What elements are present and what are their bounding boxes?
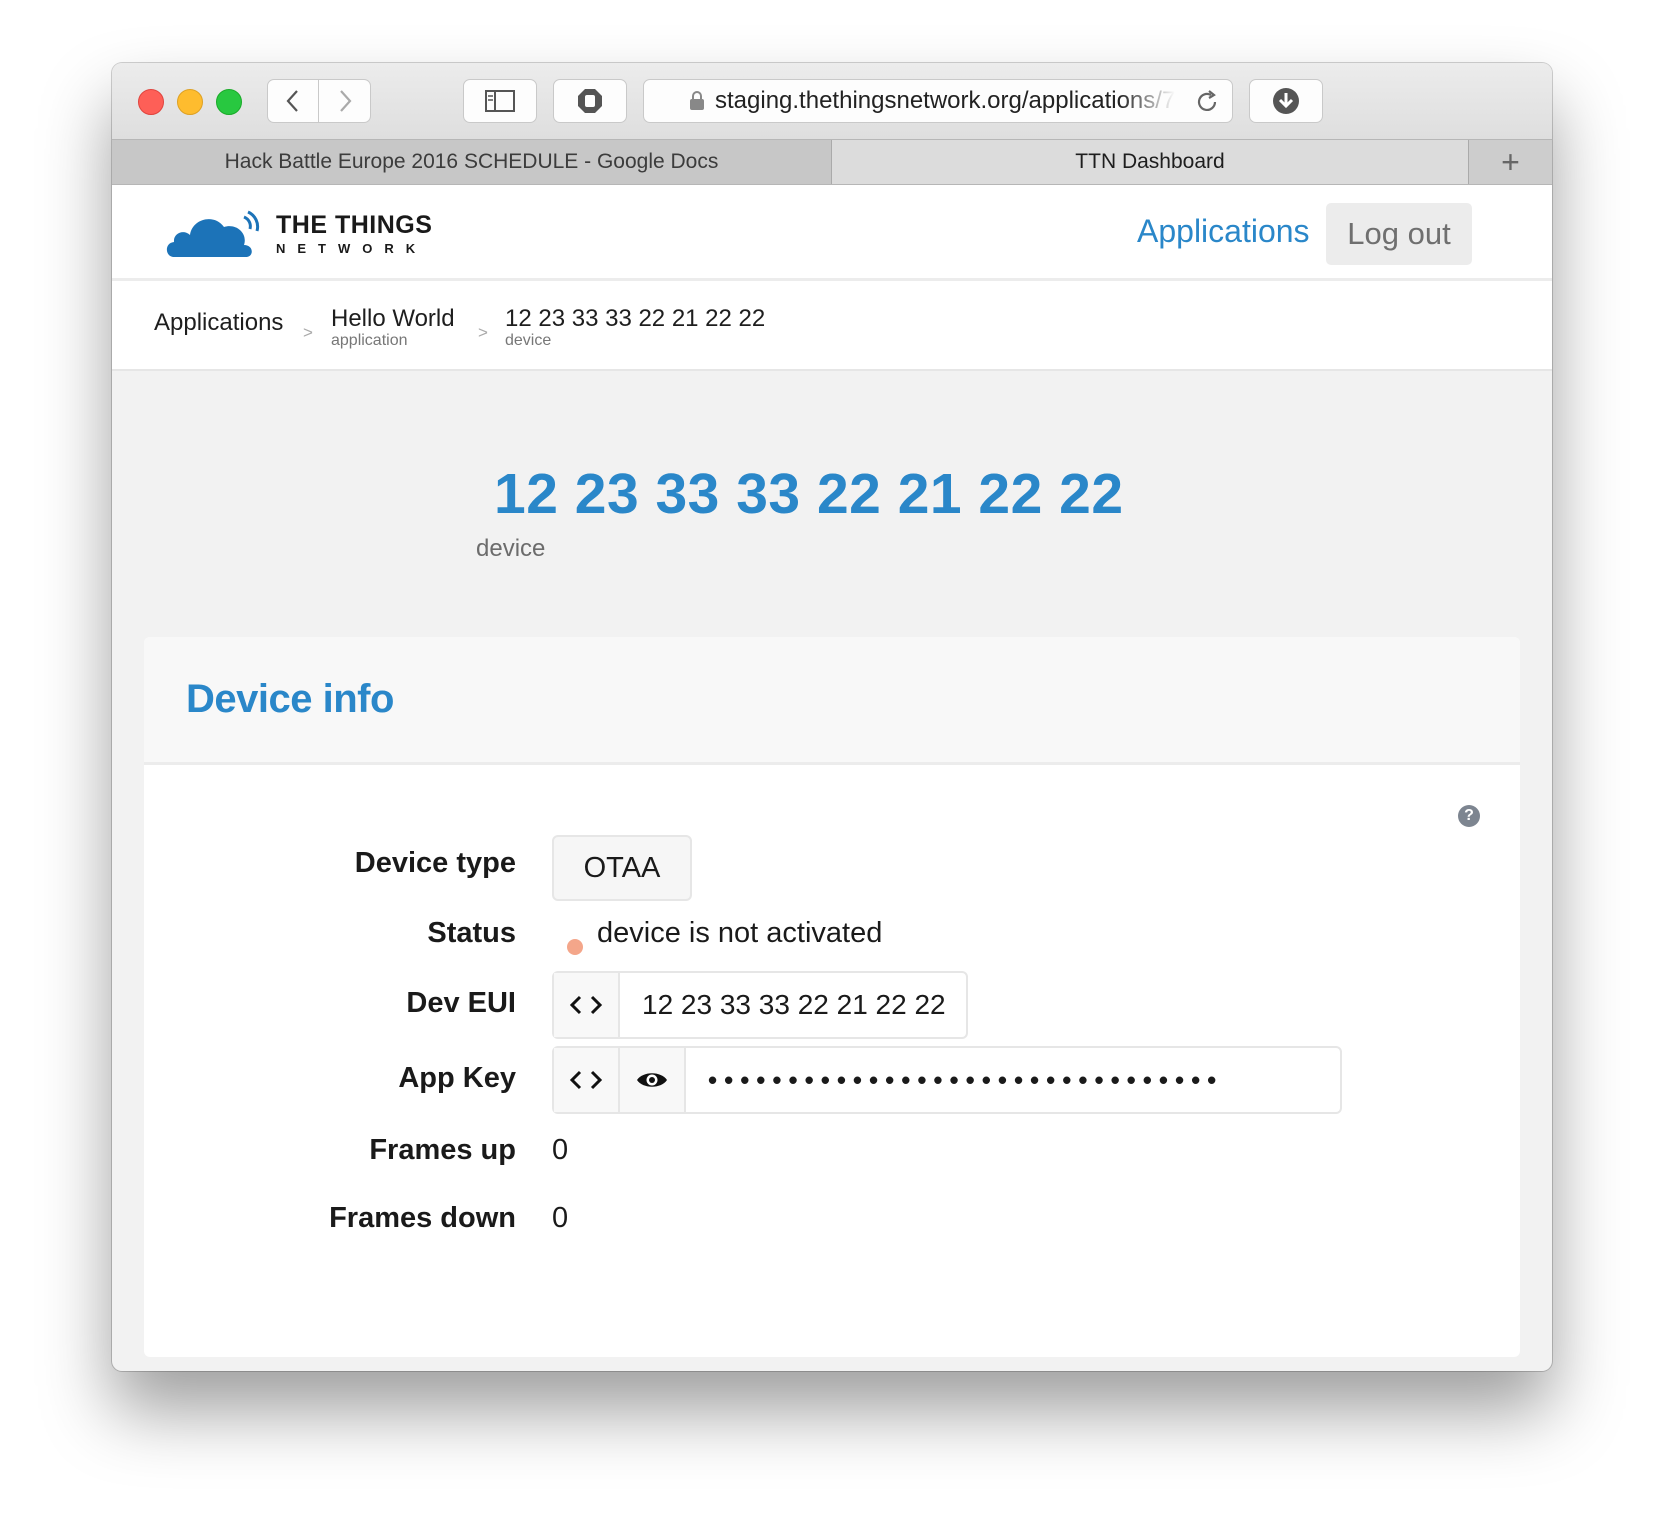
- lock-icon: [690, 91, 704, 110]
- brand-subname: NETWORK: [276, 241, 428, 256]
- breadcrumb-applications-label: Applications: [154, 309, 284, 336]
- browser-window: staging.thethingsnetwork.org/application…: [112, 63, 1552, 1371]
- card-header: Device info: [144, 637, 1520, 765]
- forward-button[interactable]: [319, 79, 371, 123]
- device-type-label: Device type: [354, 847, 516, 879]
- dev-eui-label: Dev EUI: [406, 987, 516, 1019]
- chevron-left-icon: [286, 90, 298, 112]
- downloads-button[interactable]: [1249, 79, 1323, 123]
- new-tab-button[interactable]: +: [1468, 140, 1552, 184]
- logout-button[interactable]: Log out: [1326, 203, 1472, 265]
- eye-icon[interactable]: [620, 1048, 686, 1112]
- minimize-window-button[interactable]: [177, 89, 203, 115]
- reload-icon[interactable]: [1194, 89, 1220, 115]
- status-label: Status: [427, 917, 516, 949]
- zoom-window-button[interactable]: [216, 89, 242, 115]
- code-brackets-icon[interactable]: [554, 973, 620, 1037]
- breadcrumb-device-type: device: [505, 332, 552, 349]
- tab-bar: Hack Battle Europe 2016 SCHEDULE - Googl…: [112, 139, 1552, 185]
- ttn-logo[interactable]: THE THINGS NETWORK: [164, 209, 432, 259]
- brand-name: THE THINGS: [276, 211, 433, 239]
- breadcrumb: Applications > Hello World application >…: [112, 281, 1552, 371]
- dev-eui-value[interactable]: 12 23 33 33 22 21 22 22: [620, 973, 946, 1037]
- frames-down-value: 0: [552, 1202, 569, 1234]
- download-icon: [1273, 88, 1299, 114]
- device-type-value: OTAA: [552, 835, 692, 901]
- frames-up-label: Frames up: [369, 1134, 516, 1166]
- dev-eui-field: 12 23 33 33 22 21 22 22: [552, 971, 968, 1039]
- app-key-field: ••••••••••••••••••••••••••••••••: [552, 1046, 1342, 1114]
- nav-applications-link[interactable]: Applications: [1137, 213, 1310, 250]
- tab-ttn-dashboard[interactable]: TTN Dashboard: [832, 140, 1468, 184]
- breadcrumb-separator: >: [478, 323, 488, 342]
- breadcrumb-application[interactable]: Hello World application: [331, 305, 455, 350]
- app-key-value[interactable]: ••••••••••••••••••••••••••••••••: [686, 1048, 1223, 1112]
- brand-text: THE THINGS NETWORK: [276, 211, 433, 256]
- plus-icon: +: [1501, 143, 1520, 180]
- frames-up-value: 0: [552, 1134, 569, 1166]
- sidebar-toggle-button[interactable]: [463, 79, 537, 123]
- browser-toolbar: staging.thethingsnetwork.org/application…: [112, 63, 1552, 139]
- site-header: THE THINGS NETWORK Applications Log out: [112, 185, 1552, 281]
- breadcrumb-separator: >: [303, 323, 313, 342]
- code-brackets-icon[interactable]: [554, 1048, 620, 1112]
- content-blocker-button[interactable]: [553, 79, 627, 123]
- breadcrumb-device-name: 12 23 33 33 22 21 22 22: [505, 305, 766, 332]
- close-window-button[interactable]: [138, 89, 164, 115]
- app-key-label: App Key: [398, 1062, 516, 1094]
- tab-google-docs[interactable]: Hack Battle Europe 2016 SCHEDULE - Googl…: [112, 140, 832, 184]
- back-button[interactable]: [267, 79, 319, 123]
- sidebar-icon: [485, 90, 515, 112]
- help-icon[interactable]: ?: [1458, 805, 1480, 827]
- device-info-card: Device info ? Device type OTAA Status de…: [144, 637, 1520, 1357]
- address-bar[interactable]: staging.thethingsnetwork.org/application…: [643, 79, 1233, 123]
- cloud-logo-icon: [166, 210, 260, 257]
- page-subtitle: device: [476, 535, 546, 562]
- breadcrumb-applications[interactable]: Applications: [154, 309, 283, 337]
- breadcrumb-device[interactable]: 12 23 33 33 22 21 22 22 device: [505, 305, 765, 350]
- hand-stop-icon: [578, 89, 602, 113]
- status-value: device is not activated: [597, 917, 883, 949]
- chevron-right-icon: [339, 90, 351, 112]
- page-title: 12 23 33 33 22 21 22 22: [494, 462, 1124, 526]
- url-text: staging.thethingsnetwork.org/application…: [715, 87, 1175, 114]
- card-title: Device info: [186, 677, 394, 721]
- frames-down-label: Frames down: [329, 1202, 516, 1234]
- breadcrumb-application-type: application: [331, 332, 408, 349]
- breadcrumb-application-name: Hello World: [331, 305, 455, 332]
- status-indicator-icon: [567, 939, 583, 955]
